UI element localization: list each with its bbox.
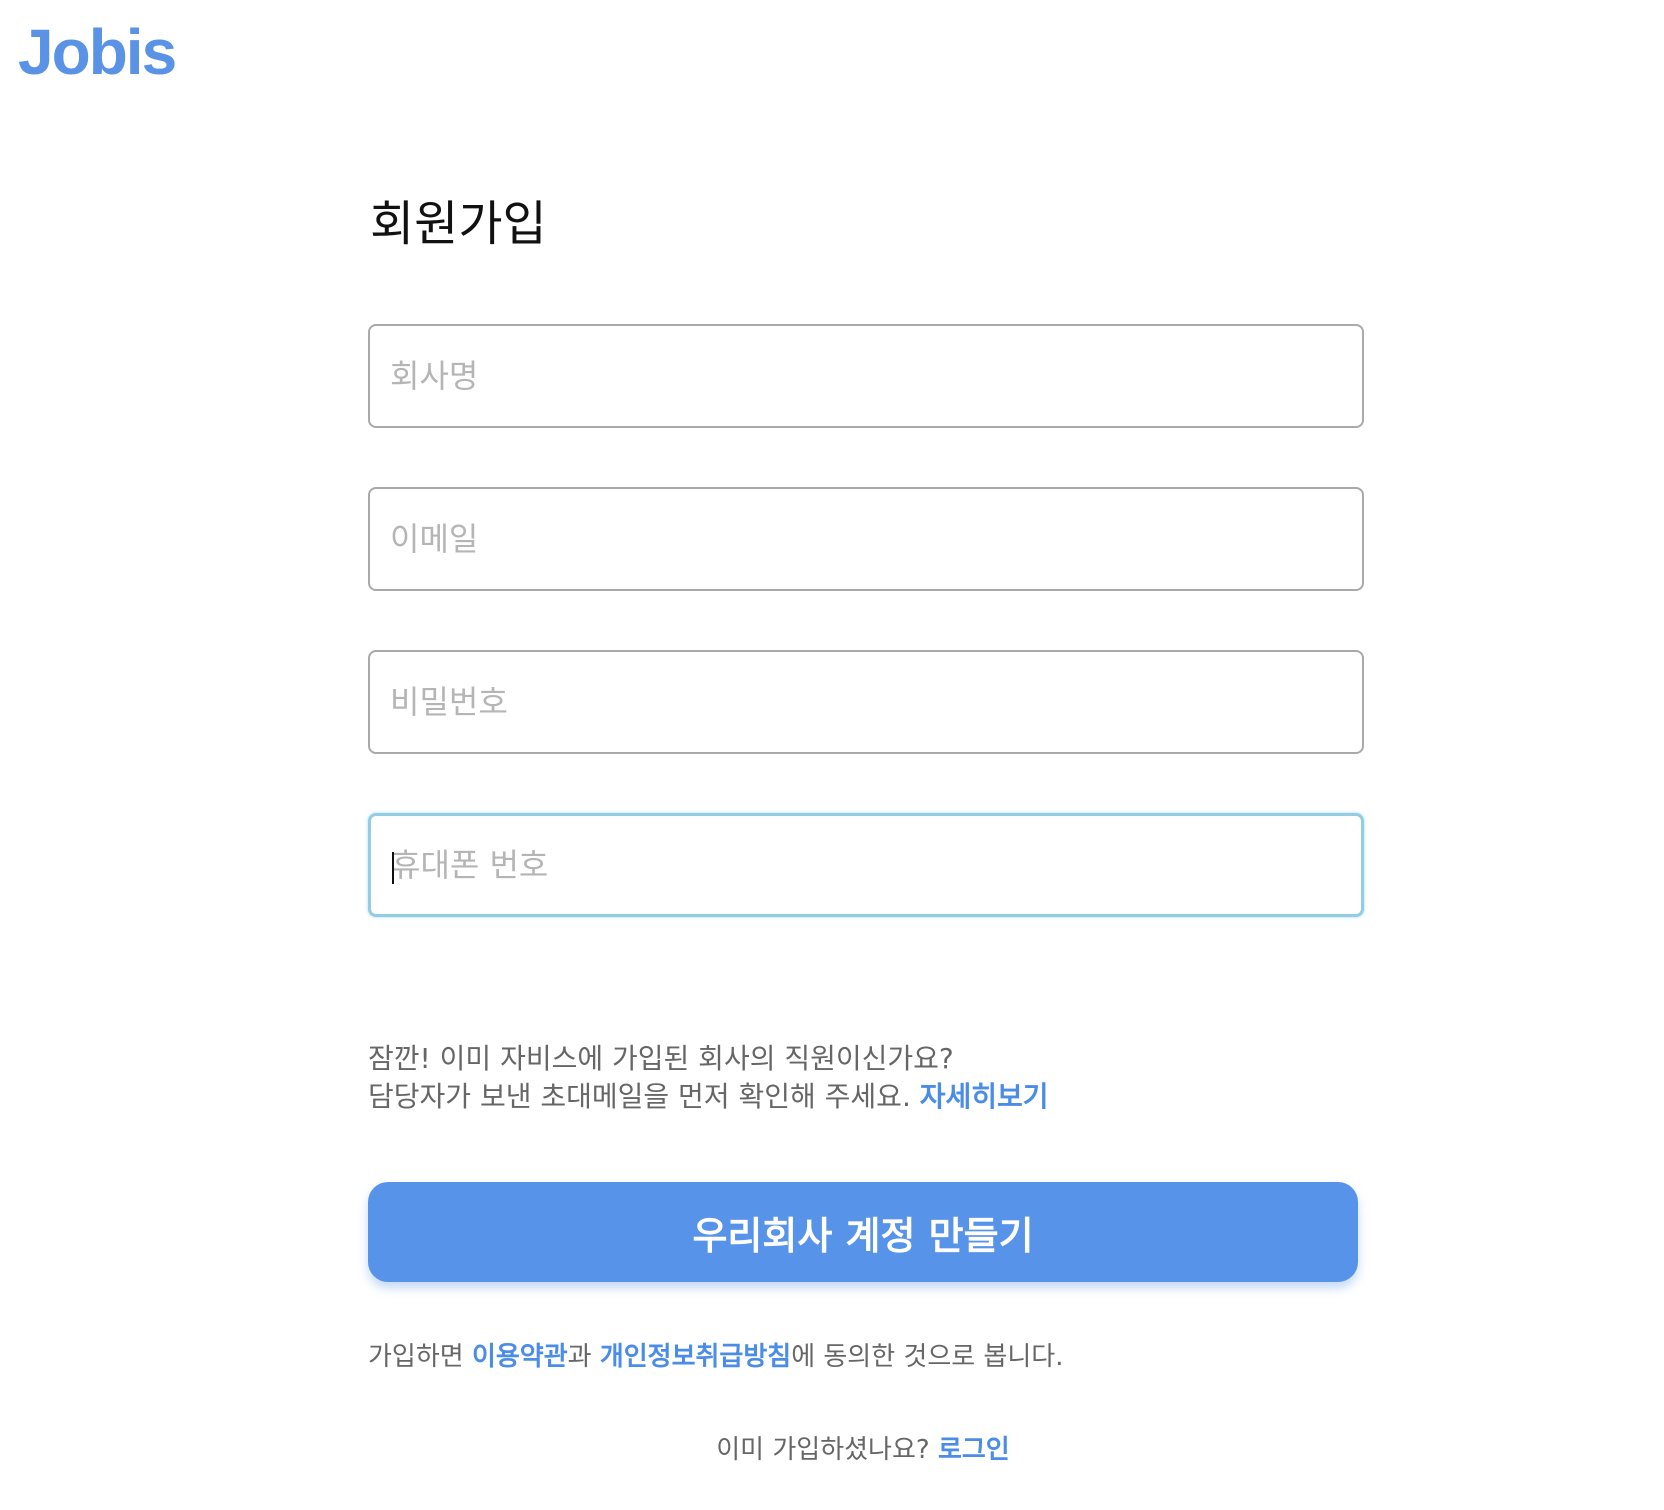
privacy-policy-link[interactable]: 개인정보취급방침 — [600, 1342, 791, 1372]
password-input[interactable] — [370, 652, 1362, 752]
email-input[interactable] — [370, 489, 1362, 589]
create-account-button[interactable]: 우리회사 계정 만들기 — [368, 1182, 1358, 1282]
terms-connector: 과 — [567, 1342, 592, 1372]
terms-suffix: 에 동의한 것으로 봅니다. — [791, 1342, 1064, 1372]
password-field[interactable] — [368, 650, 1364, 754]
phone-field[interactable] — [368, 813, 1364, 917]
page-title: 회원가입 — [370, 196, 547, 252]
phone-input[interactable] — [371, 816, 1361, 914]
company-name-input[interactable] — [370, 326, 1362, 426]
login-prompt: 이미 가입하셨나요? 로그인 — [368, 1433, 1358, 1467]
jobis-logo[interactable]: Jobis — [18, 14, 177, 91]
login-prompt-text: 이미 가입하셨나요? — [716, 1435, 930, 1465]
text-caret — [392, 852, 394, 884]
invite-notice: 잠깐! 이미 자비스에 가입된 회사의 직원이신가요? 담당자가 보낸 초대메일… — [368, 1040, 1049, 1116]
company-name-field[interactable] — [368, 324, 1364, 428]
terms-of-service-link[interactable]: 이용약관 — [472, 1342, 568, 1372]
more-info-link[interactable]: 자세히보기 — [920, 1080, 1049, 1113]
notice-line-1: 잠깐! 이미 자비스에 가입된 회사의 직원이신가요? — [368, 1042, 954, 1075]
notice-line-2-text: 담당자가 보낸 초대메일을 먼저 확인해 주세요. — [368, 1080, 911, 1113]
login-link[interactable]: 로그인 — [938, 1435, 1010, 1465]
notice-line-2: 담당자가 보낸 초대메일을 먼저 확인해 주세요. 자세히보기 — [368, 1078, 1049, 1116]
email-field[interactable] — [368, 487, 1364, 591]
terms-agreement: 가입하면 이용약관과 개인정보취급방침에 동의한 것으로 봅니다. — [368, 1340, 1063, 1374]
terms-prefix: 가입하면 — [368, 1342, 464, 1372]
